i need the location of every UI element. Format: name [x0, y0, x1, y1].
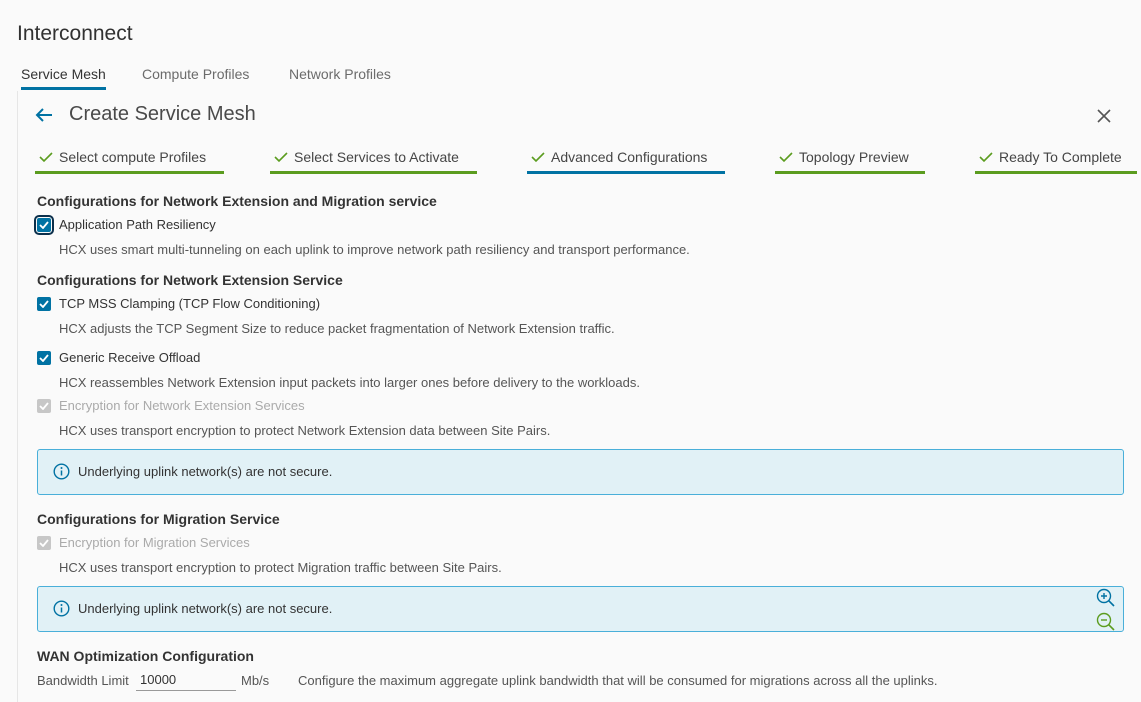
- wizard-panel: Create Service Mesh Select compute Profi…: [17, 91, 1141, 702]
- check-icon: [274, 152, 288, 163]
- arrow-left-icon: [35, 108, 52, 122]
- wizard-step-select-services[interactable]: Select Services to Activate: [270, 149, 477, 174]
- bandwidth-limit-label: Bandwidth Limit: [37, 673, 129, 688]
- step-label: Advanced Configurations: [551, 149, 708, 165]
- zoom-in-icon: [1096, 588, 1115, 607]
- check-icon: [39, 354, 49, 362]
- tab-network-profiles[interactable]: Network Profiles: [289, 66, 391, 90]
- zoom-in-button[interactable]: [1096, 588, 1116, 608]
- generic-receive-offload-checkbox[interactable]: [37, 351, 51, 365]
- tcp-mss-clamping-description: HCX adjusts the TCP Segment Size to redu…: [59, 321, 615, 336]
- generic-receive-offload-label[interactable]: Generic Receive Offload: [59, 350, 200, 365]
- tab-compute-profiles[interactable]: Compute Profiles: [142, 66, 249, 90]
- wizard-step-select-compute-profiles[interactable]: Select compute Profiles: [35, 149, 224, 174]
- step-label: Ready To Complete: [999, 149, 1122, 165]
- check-icon: [979, 152, 993, 163]
- bandwidth-description: Configure the maximum aggregate uplink b…: [298, 673, 938, 688]
- ne-encryption-checkbox: [37, 399, 51, 413]
- step-indicator: [775, 171, 925, 174]
- check-icon: [39, 221, 49, 229]
- alert-message: Underlying uplink network(s) are not sec…: [78, 464, 333, 479]
- generic-receive-offload-description: HCX reassembles Network Extension input …: [59, 375, 640, 390]
- bandwidth-unit: Mb/s: [241, 673, 270, 688]
- step-label: Select Services to Activate: [294, 149, 459, 165]
- app-path-resiliency-description: HCX uses smart multi-tunneling on each u…: [59, 242, 690, 257]
- migration-encryption-label: Encryption for Migration Services: [59, 535, 250, 550]
- back-button[interactable]: [34, 105, 54, 125]
- close-button[interactable]: [1095, 107, 1113, 125]
- step-label: Select compute Profiles: [59, 149, 207, 165]
- zoom-out-button[interactable]: [1096, 612, 1116, 632]
- info-icon: [53, 463, 70, 480]
- step-indicator: [975, 171, 1137, 174]
- top-tabs: Service Mesh Compute Profiles Network Pr…: [17, 66, 1141, 92]
- check-icon: [39, 152, 53, 163]
- tab-service-mesh[interactable]: Service Mesh: [21, 66, 106, 90]
- ne-encryption-label: Encryption for Network Extension Service…: [59, 398, 305, 413]
- ne-encryption-description: HCX uses transport encryption to protect…: [59, 423, 551, 438]
- step-label: Topology Preview: [799, 149, 909, 165]
- section-heading-ne: Configurations for Network Extension Ser…: [37, 272, 343, 288]
- wizard-title: Create Service Mesh: [69, 103, 256, 125]
- step-indicator: [270, 171, 477, 174]
- tcp-mss-clamping-checkbox[interactable]: [37, 297, 51, 311]
- migration-security-alert: Underlying uplink network(s) are not sec…: [37, 586, 1124, 632]
- alert-message: Underlying uplink network(s) are not sec…: [78, 601, 333, 616]
- check-icon: [531, 152, 545, 163]
- app-title: Interconnect: [17, 22, 133, 45]
- ne-security-alert: Underlying uplink network(s) are not sec…: [37, 449, 1124, 495]
- wizard-step-topology-preview[interactable]: Topology Preview: [775, 149, 925, 174]
- section-heading-migration: Configurations for Migration Service: [37, 511, 280, 527]
- migration-encryption-checkbox: [37, 536, 51, 550]
- wizard-step-ready-to-complete[interactable]: Ready To Complete: [975, 149, 1137, 174]
- step-indicator: [527, 171, 725, 174]
- tcp-mss-clamping-label[interactable]: TCP MSS Clamping (TCP Flow Conditioning): [59, 296, 320, 311]
- step-indicator: [35, 171, 224, 174]
- check-icon: [39, 402, 49, 410]
- wizard-step-advanced-configurations[interactable]: Advanced Configurations: [527, 149, 725, 174]
- check-icon: [39, 300, 49, 308]
- section-heading-ne-migration: Configurations for Network Extension and…: [37, 193, 437, 209]
- close-icon: [1097, 109, 1111, 123]
- app-path-resiliency-checkbox[interactable]: [34, 215, 54, 235]
- zoom-out-icon: [1096, 612, 1115, 631]
- migration-encryption-description: HCX uses transport encryption to protect…: [59, 560, 502, 575]
- info-icon: [53, 600, 70, 617]
- section-heading-wan: WAN Optimization Configuration: [37, 648, 254, 664]
- bandwidth-limit-input[interactable]: [136, 669, 236, 691]
- app-path-resiliency-label[interactable]: Application Path Resiliency: [59, 217, 216, 232]
- check-icon: [779, 152, 793, 163]
- check-icon: [39, 539, 49, 547]
